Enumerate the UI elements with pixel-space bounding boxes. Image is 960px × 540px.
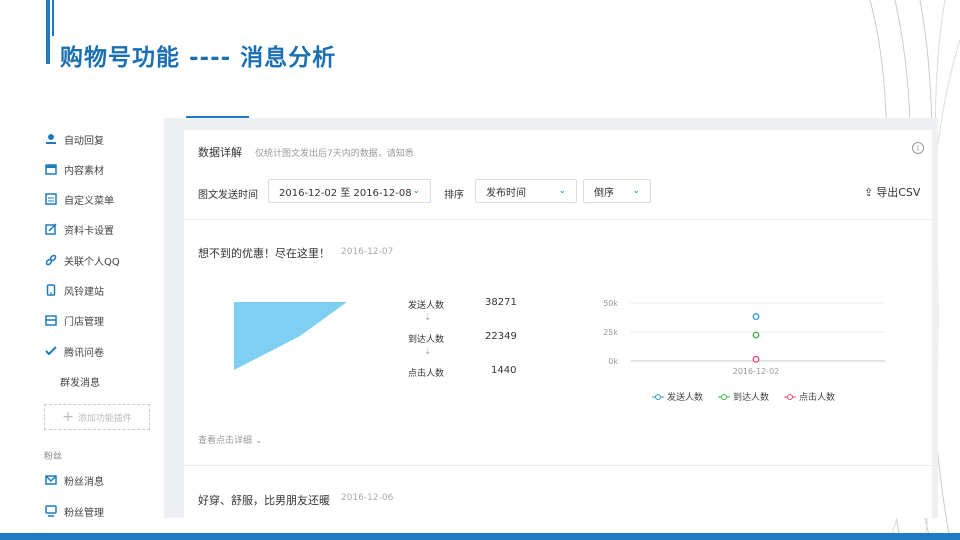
legend-label: 发送人数 xyxy=(667,393,704,403)
chevron-down-icon: ⌄ xyxy=(632,186,640,196)
funnel-send-value: 38271 xyxy=(485,297,517,308)
date-range-picker[interactable]: 2016-12-02 至 2016-12-08 ⌄ xyxy=(268,179,431,203)
page-title: 购物号功能 ---- 消息分析 xyxy=(60,45,337,71)
trend-chart: 50k 25k 0k 2016-12-02 xyxy=(603,299,885,376)
sort-label: 排序 xyxy=(444,190,464,201)
export-icon: ⇪ xyxy=(864,185,874,199)
sidebar-item-label: 腾讯问卷 xyxy=(64,347,104,359)
chevron-down-icon: ⌄ xyxy=(412,186,420,196)
sidebar-item-label: 群发消息 xyxy=(60,377,100,389)
legend-marker-click xyxy=(784,393,796,401)
check-icon xyxy=(44,344,58,358)
sort-order-select[interactable]: 倒序 ⌄ xyxy=(583,179,651,203)
phone-icon xyxy=(44,283,58,297)
legend-click: 点击人数 xyxy=(784,390,835,403)
sidebar-item-label: 门店管理 xyxy=(64,316,104,328)
sidebar-item-content[interactable]: 内容素材 xyxy=(44,160,104,178)
add-plugin-label: 添加功能插件 xyxy=(77,413,132,424)
article-date: 2016-12-06 xyxy=(341,493,394,503)
detail-title: 数据详解 xyxy=(198,146,242,159)
robot-icon xyxy=(44,132,58,146)
sort-order-value: 倒序 xyxy=(594,187,614,199)
sidebar-item-link-qq[interactable]: 关联个人QQ xyxy=(44,251,120,269)
chevron-down-icon: ⌄ xyxy=(254,436,263,446)
chevron-down-icon: ⌄ xyxy=(558,186,566,196)
send-time-label: 图文发送时间 xyxy=(198,190,258,201)
down-arrow-icon: ⇣ xyxy=(424,313,432,323)
edit-card-icon xyxy=(44,222,58,236)
user-icon xyxy=(44,504,58,518)
data-point xyxy=(752,355,760,363)
mail-icon xyxy=(44,473,58,487)
funnel-click-label: 点击人数 xyxy=(408,369,445,379)
y-tick-label: 0k xyxy=(608,357,618,366)
article-title[interactable]: 好穿、舒服，比男朋友还暖 xyxy=(198,492,330,508)
sidebar-item-label: 粉丝管理 xyxy=(64,507,104,519)
title-accent-bar xyxy=(46,0,50,64)
store-icon xyxy=(44,313,58,327)
funnel-click-value: 1440 xyxy=(491,365,517,376)
export-csv-button[interactable]: ⇪ 导出CSV xyxy=(864,184,920,200)
funnel-shape xyxy=(234,302,347,370)
x-tick-label: 2016-12-02 xyxy=(733,367,780,376)
plus-icon: + xyxy=(62,409,74,425)
down-arrow-icon: ⇣ xyxy=(424,347,432,357)
sidebar-item-label: 关联个人QQ xyxy=(64,256,120,268)
sidebar-item-site-builder[interactable]: 风铃建站 xyxy=(44,281,104,299)
funnel-arrive-label: 到达人数 xyxy=(408,335,445,345)
sort-field-value: 发布时间 xyxy=(486,187,526,199)
funnel-send-label: 发送人数 xyxy=(408,301,445,311)
legend-send: 发送人数 xyxy=(652,390,703,403)
title-accent-tick xyxy=(52,0,54,36)
sidebar-item-fan-messages[interactable]: 粉丝消息 xyxy=(44,471,104,489)
sidebar-item-store[interactable]: 门店管理 xyxy=(44,311,104,329)
sidebar-item-label: 自动回复 xyxy=(64,135,104,147)
data-point xyxy=(752,331,760,339)
sidebar-item-survey[interactable]: 腾讯问卷 xyxy=(44,342,104,360)
divider xyxy=(184,465,932,466)
folder-icon xyxy=(44,162,58,176)
info-icon[interactable]: i xyxy=(912,142,924,154)
link-icon xyxy=(44,253,58,267)
sidebar-item-fan-management[interactable]: 粉丝管理 xyxy=(44,502,104,520)
date-range-value: 2016-12-02 至 2016-12-08 xyxy=(279,187,412,199)
sidebar-item-label: 资料卡设置 xyxy=(64,225,114,237)
data-point xyxy=(752,313,760,321)
divider xyxy=(184,219,932,220)
legend-label: 到达人数 xyxy=(733,393,770,403)
sidebar-item-label: 粉丝消息 xyxy=(64,476,104,488)
article-date: 2016-12-07 xyxy=(341,247,394,257)
funnel-arrive-value: 22349 xyxy=(485,331,517,342)
sidebar-item-profile-card[interactable]: 资料卡设置 xyxy=(44,220,114,238)
sidebar-item-label: 风铃建站 xyxy=(64,286,104,298)
active-tab-indicator xyxy=(186,116,249,118)
legend-label: 点击人数 xyxy=(799,393,836,403)
add-plugin-button[interactable]: + 添加功能插件 xyxy=(44,404,150,430)
detail-subtitle: 仅统计图文发出后7天内的数据，请知悉 xyxy=(255,149,414,159)
view-click-details-link[interactable]: 查看点击详细 ⌄ xyxy=(198,433,262,446)
sidebar-item-auto-reply[interactable]: 自动回复 xyxy=(44,130,104,148)
legend-marker-arrive xyxy=(718,393,730,401)
sidebar-item-broadcast[interactable]: 群发消息 xyxy=(60,372,100,390)
sidebar: 自动回复 内容素材 自定义菜单 资料卡设置 关联个人QQ 风铃建站 门店管理 腾… xyxy=(36,122,164,520)
legend-marker-send xyxy=(652,393,664,401)
funnel-chart xyxy=(234,302,347,370)
sort-field-select[interactable]: 发布时间 ⌄ xyxy=(475,179,577,203)
export-label: 导出CSV xyxy=(876,186,921,199)
fans-section-label: 粉丝 xyxy=(44,452,63,462)
bottom-accent-bar xyxy=(0,533,960,540)
y-tick-label: 25k xyxy=(603,328,618,337)
sidebar-item-label: 内容素材 xyxy=(64,165,104,177)
y-tick-label: 50k xyxy=(603,299,618,308)
sidebar-item-label: 自定义菜单 xyxy=(64,195,114,207)
view-more-label: 查看点击详细 xyxy=(198,436,253,446)
article-title[interactable]: 想不到的优惠！尽在这里！ xyxy=(198,245,330,261)
menu-icon xyxy=(44,192,58,206)
sidebar-item-custom-menu[interactable]: 自定义菜单 xyxy=(44,190,114,208)
legend-arrive: 到达人数 xyxy=(718,390,769,403)
